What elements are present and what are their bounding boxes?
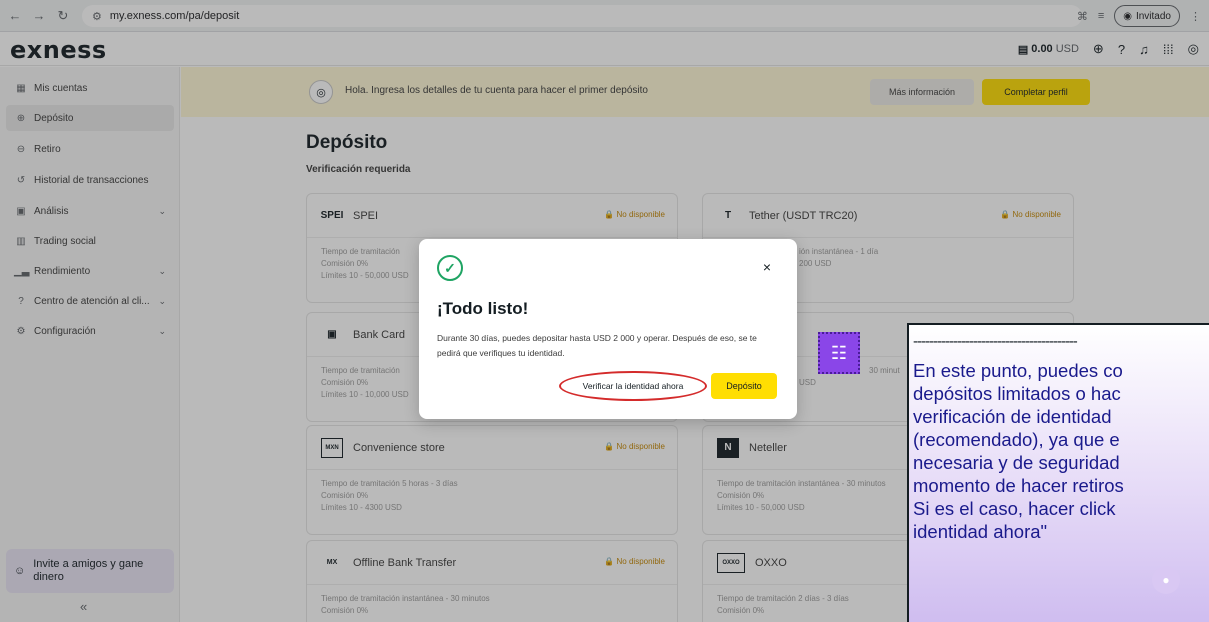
annotation-separator: ----------------------------------------… xyxy=(913,333,1078,350)
annotation-text: En este punto, puedes co depósitos limit… xyxy=(913,360,1124,542)
dialog-message: Durante 30 días, puedes depositar hasta … xyxy=(437,333,757,358)
chat-support-icon[interactable]: ● xyxy=(1152,566,1180,594)
success-dialog: ✓ × ¡Todo listo! Durante 30 días, puedes… xyxy=(419,239,797,419)
verify-identity-button[interactable]: Verificar la identidad ahora xyxy=(567,375,699,397)
annotation-chat-icon: ☷ xyxy=(818,332,860,374)
dialog-title: ¡Todo listo! xyxy=(437,299,529,318)
check-circle-icon: ✓ xyxy=(437,255,463,281)
deposit-button[interactable]: Depósito xyxy=(711,373,777,399)
close-icon[interactable]: × xyxy=(763,259,771,275)
